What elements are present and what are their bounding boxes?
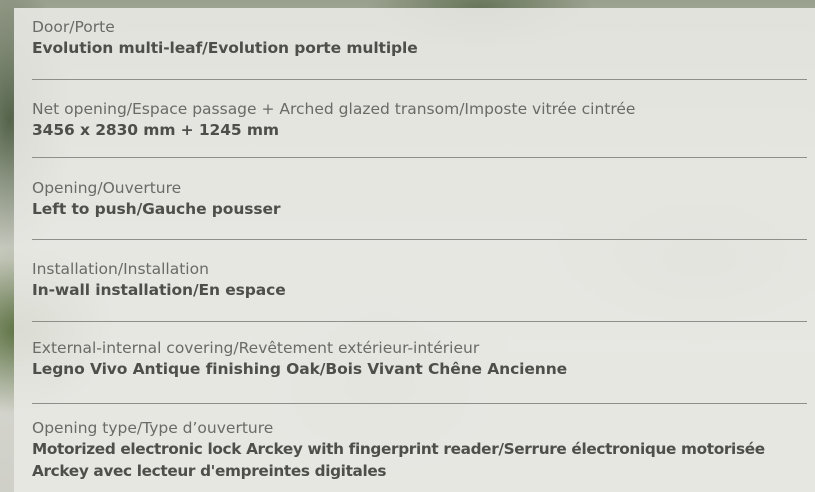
spec-label: Opening/Ouverture — [32, 179, 182, 197]
spec-opening: Opening/Ouverture Left to push/Gauche po… — [32, 178, 807, 220]
spec-label: Opening type/Type d’ouverture — [32, 419, 274, 437]
spec-net-opening: Net opening/Espace passage + Arched glaz… — [32, 99, 807, 141]
spec-opening-type: Opening type/Type d’ouverture Motorized … — [32, 418, 807, 482]
spec-value: Left to push/Gauche pousser — [32, 200, 281, 218]
divider — [32, 321, 807, 322]
spec-value: Evolution multi-leaf/Evolution porte mul… — [32, 39, 418, 57]
spec-label: Installation/Installation — [32, 260, 209, 278]
spec-label: Door/Porte — [32, 18, 115, 36]
divider — [32, 157, 807, 158]
spec-value: Motorized electronic lock Arckey with fi… — [32, 440, 765, 480]
spec-label: External-internal covering/Revêtement ex… — [32, 339, 480, 357]
divider — [32, 403, 807, 404]
spec-value: 3456 x 2830 mm + 1245 mm — [32, 121, 279, 139]
spec-label: Net opening/Espace passage + Arched glaz… — [32, 100, 636, 118]
divider — [32, 239, 807, 240]
spec-value: Legno Vivo Antique finishing Oak/Bois Vi… — [32, 360, 568, 378]
spec-value: In-wall installation/En espace — [32, 281, 286, 299]
spec-installation: Installation/Installation In-wall instal… — [32, 259, 807, 301]
divider — [32, 79, 807, 80]
spec-door: Door/Porte Evolution multi-leaf/Evolutio… — [32, 17, 807, 59]
door-spec-panel: Door/Porte Evolution multi-leaf/Evolutio… — [14, 8, 815, 492]
spec-covering: External-internal covering/Revêtement ex… — [32, 338, 807, 380]
